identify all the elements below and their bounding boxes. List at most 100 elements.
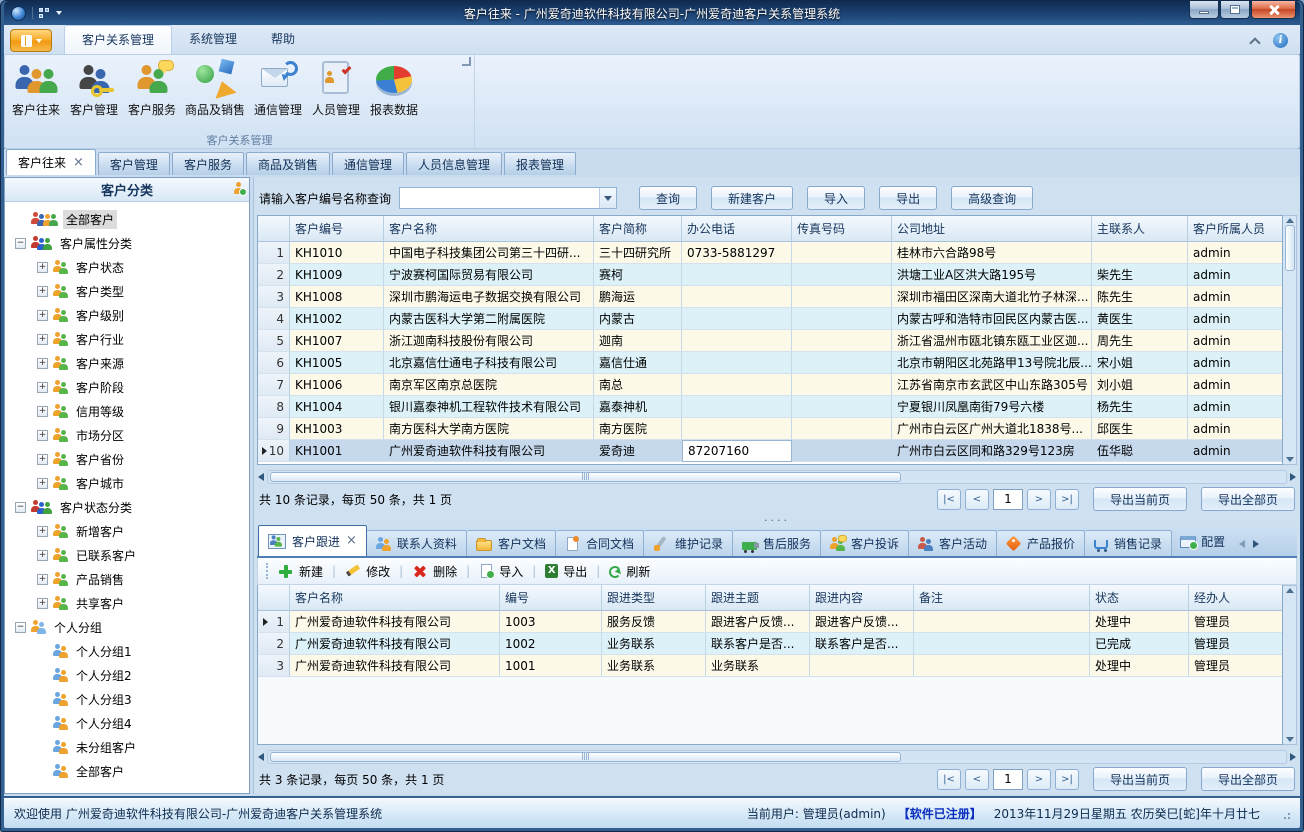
expand-node-icon[interactable]: + — [37, 550, 48, 561]
scroll-right-icon[interactable] — [1290, 753, 1296, 761]
detail-tab-2[interactable]: 客户文档 — [467, 530, 556, 556]
ribbon-button-2[interactable]: 客户服务 — [123, 57, 181, 120]
expand-node-icon[interactable]: + — [37, 382, 48, 393]
license-registered-link[interactable]: 【软件已注册】 — [898, 805, 982, 822]
expand-node-icon[interactable]: + — [37, 478, 48, 489]
export-current-page-button[interactable]: 导出当前页 — [1093, 767, 1187, 791]
doc-tab-4[interactable]: 通信管理 — [332, 152, 404, 175]
column-header[interactable]: 办公电话 — [682, 216, 792, 242]
scrollbar-thumb[interactable] — [1285, 225, 1295, 271]
column-header[interactable]: 公司地址 — [892, 216, 1092, 242]
import-records-button[interactable]: 导入 — [479, 563, 523, 580]
close-tab-icon[interactable]: × — [73, 158, 84, 168]
query-button[interactable]: 查询 — [639, 186, 697, 210]
resize-grip[interactable] — [1280, 809, 1290, 819]
export-current-page-button[interactable]: 导出当前页 — [1093, 487, 1187, 511]
table-row[interactable]: 7KH1006南京军区南京总医院南总江苏省南京市玄武区中山东路305号刘小姐ad… — [258, 374, 1283, 396]
horizontal-scrollbar[interactable] — [258, 749, 1296, 764]
tree-item[interactable]: 全部客户 — [9, 207, 249, 231]
expand-node-icon[interactable]: + — [37, 334, 48, 345]
advanced-query-button[interactable]: 高级查询 — [951, 186, 1033, 210]
tree-item[interactable]: +客户状态 — [9, 255, 249, 279]
table-row[interactable]: 9KH1003南方医科大学南方医院南方医院广州市白云区广州大道北1838号...… — [258, 418, 1283, 440]
ribbon-button-3[interactable]: 商品及销售 — [181, 57, 249, 120]
column-header[interactable]: 备注 — [914, 585, 1090, 611]
prev-page-button[interactable]: < — [965, 769, 989, 790]
close-button[interactable] — [1251, 1, 1296, 19]
tree-item[interactable]: +新增客户 — [9, 519, 249, 543]
new-record-button[interactable]: 新建 — [278, 563, 323, 580]
collapse-node-icon[interactable]: − — [15, 502, 26, 513]
column-header[interactable]: 客户编号 — [290, 216, 384, 242]
table-row[interactable]: 5KH1007浙江迦南科技股份有限公司迦南浙江省温州市瓯北镇东瓯工业区迦...周… — [258, 330, 1283, 352]
tree-item[interactable]: 全部客户 — [9, 759, 249, 783]
detail-tab-9[interactable]: 销售记录 — [1085, 530, 1172, 556]
column-header[interactable]: 客户简称 — [594, 216, 682, 242]
detail-tab-0[interactable]: 客户跟进× — [258, 525, 367, 556]
app-logo-icon[interactable] — [11, 6, 26, 21]
tree-item[interactable]: +共享客户 — [9, 591, 249, 615]
layout-icon[interactable] — [39, 8, 50, 19]
expand-node-icon[interactable]: + — [37, 526, 48, 537]
new-customer-button[interactable]: 新建客户 — [711, 186, 793, 210]
collapse-node-icon[interactable]: − — [15, 238, 26, 249]
qat-dropdown-icon[interactable] — [56, 11, 62, 15]
delete-record-button[interactable]: 删除 — [412, 563, 457, 580]
ribbon-button-6[interactable]: 报表数据 — [365, 57, 423, 120]
tree-item[interactable]: −客户属性分类 — [9, 231, 249, 255]
doc-tab-1[interactable]: 客户管理 — [98, 152, 170, 175]
scroll-left-icon[interactable] — [258, 473, 264, 481]
first-page-button[interactable]: |< — [937, 769, 961, 790]
detail-tab-6[interactable]: 客户投诉 — [821, 530, 909, 556]
detail-tab-4[interactable]: 维护记录 — [644, 530, 733, 556]
tree-item[interactable]: +客户阶段 — [9, 375, 249, 399]
tree-item[interactable]: +市场分区 — [9, 423, 249, 447]
scroll-down-icon[interactable] — [1286, 457, 1294, 462]
last-page-button[interactable]: >| — [1055, 769, 1079, 790]
collapse-ribbon-icon[interactable] — [1249, 37, 1260, 48]
close-tab-icon[interactable]: × — [346, 536, 357, 546]
next-page-button[interactable]: > — [1027, 769, 1051, 790]
table-row[interactable]: 3KH1008深圳市鹏海运电子数据交换有限公司鹏海运深圳市福田区深南大道北竹子林… — [258, 286, 1283, 308]
tree-item[interactable]: +客户级别 — [9, 303, 249, 327]
scroll-up-icon[interactable] — [1286, 218, 1294, 223]
tree-item[interactable]: 未分组客户 — [9, 735, 249, 759]
scroll-right-icon[interactable] — [1290, 473, 1296, 481]
column-header[interactable]: 编号 — [500, 585, 602, 611]
customer-search-input[interactable] — [400, 188, 599, 208]
scroll-left-icon[interactable] — [258, 753, 264, 761]
manage-category-icon[interactable] — [234, 182, 243, 196]
detail-tab-3[interactable]: 合同文档 — [556, 530, 644, 556]
column-header[interactable]: 主联系人 — [1092, 216, 1188, 242]
table-row[interactable]: 6KH1005北京嘉信仕通电子科技有限公司嘉信仕通北京市朝阳区北苑路甲13号院北… — [258, 352, 1283, 374]
column-header[interactable]: 跟进主题 — [706, 585, 810, 611]
maximize-button[interactable] — [1220, 1, 1250, 19]
collapse-node-icon[interactable]: − — [15, 622, 26, 633]
page-number-input[interactable]: 1 — [993, 769, 1023, 790]
expand-node-icon[interactable]: + — [37, 430, 48, 441]
table-row[interactable]: 8KH1004银川嘉泰神机工程软件技术有限公司嘉泰神机宁夏银川凤凰南街79号六楼… — [258, 396, 1283, 418]
prev-page-button[interactable]: < — [965, 489, 989, 510]
import-button[interactable]: 导入 — [807, 186, 865, 210]
doc-tab-2[interactable]: 客户服务 — [172, 152, 244, 175]
column-header[interactable]: 跟进类型 — [602, 585, 706, 611]
table-row[interactable]: 1KH1010中国电子科技集团公司第三十四研...三十四研究所0733-5881… — [258, 242, 1283, 264]
scroll-down-icon[interactable] — [1286, 737, 1294, 742]
application-menu-button[interactable] — [10, 29, 52, 52]
detail-tab-1[interactable]: 联系人资料 — [367, 530, 467, 556]
export-records-button[interactable]: X导出 — [545, 563, 587, 580]
panel-splitter[interactable]: ···· — [257, 514, 1297, 527]
scrollbar-thumb[interactable] — [270, 472, 901, 482]
expand-node-icon[interactable]: + — [37, 406, 48, 417]
ribbon-tab-0[interactable]: 客户关系管理 — [64, 25, 172, 54]
expand-node-icon[interactable]: + — [37, 310, 48, 321]
table-row[interactable]: 2KH1009宁波赛柯国际贸易有限公司赛柯洪塘工业A区洪大路195号柴先生adm… — [258, 264, 1283, 286]
page-number-input[interactable]: 1 — [993, 489, 1023, 510]
tree-item[interactable]: 个人分组2 — [9, 663, 249, 687]
tree-item[interactable]: 个人分组1 — [9, 639, 249, 663]
vertical-scrollbar[interactable] — [1283, 215, 1297, 465]
detail-tab-5[interactable]: 售后服务 — [733, 530, 821, 556]
configure-tabs-button[interactable]: 配置 — [1172, 533, 1233, 556]
scrollbar-thumb[interactable] — [270, 752, 901, 762]
ribbon-button-5[interactable]: 人员管理 — [307, 57, 365, 120]
